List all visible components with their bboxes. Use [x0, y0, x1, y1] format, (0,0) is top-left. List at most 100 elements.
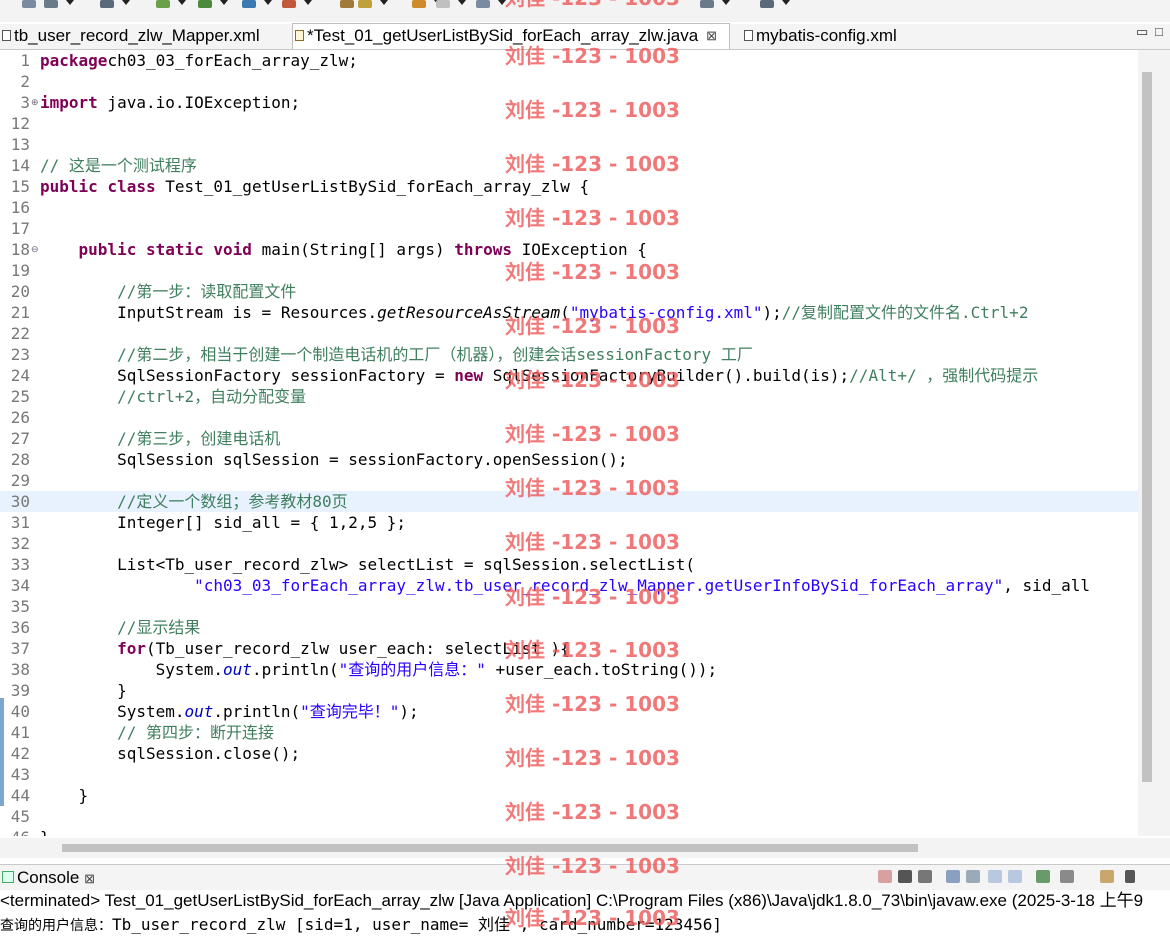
tab-mybatis-config[interactable]: mybatis-config.xml: [742, 24, 932, 48]
code-token: "查询的用户信息：": [338, 660, 486, 679]
dropdown-arrow-icon[interactable]: [380, 0, 388, 5]
code-text: packagech03_03_forEach_array_zlw;: [40, 50, 358, 71]
toolbar-button-icon[interactable]: [44, 0, 58, 8]
code-token: System.: [40, 660, 224, 679]
toolbar-button-icon[interactable]: [358, 0, 372, 8]
code-line[interactable]: 38 System.out.println("查询的用户信息：" +user_e…: [0, 659, 1138, 680]
remove-all-icon[interactable]: [918, 870, 932, 883]
watermark-text: 刘佳 -123 - 1003: [505, 530, 680, 554]
close-tab-icon[interactable]: ⊠: [706, 24, 717, 48]
scroll-lock-icon[interactable]: [966, 870, 980, 883]
toolbar-button-icon[interactable]: [760, 0, 774, 8]
fold-toggle-icon[interactable]: ⊕: [31, 92, 39, 113]
line-number: 33: [10, 555, 30, 574]
line-number: 17: [10, 219, 30, 238]
line-number: 39: [10, 681, 30, 700]
code-line[interactable]: 15 public class Test_01_getUserListBySid_…: [0, 176, 1138, 197]
code-text: //ctrl+2，自动分配变量: [40, 386, 306, 407]
view-menu-icon[interactable]: [1125, 870, 1135, 883]
line-number: 26: [10, 408, 30, 427]
code-line[interactable]: 36 //显示结果: [0, 617, 1138, 638]
dropdown-arrow-icon[interactable]: [722, 0, 730, 5]
code-token: );: [399, 702, 419, 721]
tab-mapper-xml[interactable]: tb_user_record_zlw_Mapper.xml: [0, 24, 290, 48]
code-token: , sid_all: [1003, 576, 1090, 595]
toolbar-button-icon[interactable]: [198, 0, 212, 8]
toolbar-button-icon[interactable]: [242, 0, 256, 8]
new-console-icon[interactable]: [1100, 870, 1114, 883]
watermark-text: 刘佳 -123 - 1003: [505, 692, 680, 716]
fold-toggle-icon[interactable]: ⊖: [31, 239, 39, 260]
line-number: 38: [10, 660, 30, 679]
code-token: import: [40, 93, 98, 112]
code-text: import java.io.IOException;: [40, 92, 300, 113]
line-number: 18: [10, 240, 30, 259]
code-token: throws: [454, 240, 513, 259]
display-console-icon[interactable]: [1060, 870, 1074, 883]
watermark-text: 刘佳 -123 - 1003: [505, 368, 680, 392]
minimize-button[interactable]: ▭: [1136, 24, 1148, 40]
tab-label: tb_user_record_zlw_Mapper.xml: [14, 26, 260, 45]
toolbar-button-icon[interactable]: [412, 0, 426, 8]
line-number: 28: [10, 450, 30, 469]
toolbar-button-icon[interactable]: [282, 0, 296, 8]
dropdown-arrow-icon[interactable]: [304, 0, 312, 5]
code-line[interactable]: 18 ⊖ public static void main(String[] arg…: [0, 239, 1138, 260]
scroll-thumb[interactable]: [62, 844, 918, 852]
line-number: 44: [10, 786, 30, 805]
code-line[interactable]: 46}: [0, 827, 1138, 836]
toolbar-button-icon[interactable]: [100, 0, 114, 8]
code-line[interactable]: 28 SqlSession sqlSession = sessionFactor…: [0, 449, 1138, 470]
toolbar-button-icon[interactable]: [22, 0, 36, 8]
line-number: 20: [10, 282, 30, 301]
code-text: }: [40, 680, 127, 701]
code-line[interactable]: 41 // 第四步：断开连接: [0, 722, 1138, 743]
dropdown-arrow-icon[interactable]: [66, 0, 74, 5]
line-number: 37: [10, 639, 30, 658]
watermark-text: 刘佳 -123 - 1003: [505, 152, 680, 176]
line-number: 34: [10, 576, 30, 595]
dropdown-arrow-icon[interactable]: [178, 0, 186, 5]
code-token: public: [78, 240, 137, 259]
code-token: //第一步：读取配置文件: [117, 282, 297, 301]
code-line[interactable]: 23 //第二步，相当于创建一个制造电话机的工厂（机器），创建会话session…: [0, 344, 1138, 365]
toolbar-button-icon[interactable]: [156, 0, 170, 8]
code-token: SqlSessionFactory sessionFactory =: [40, 366, 455, 385]
watermark-text: 刘佳 -123 - 1003: [505, 585, 680, 609]
console-tab[interactable]: Console ⊠: [17, 867, 95, 890]
toolbar-button-icon[interactable]: [700, 0, 714, 8]
clear-console-icon[interactable]: [946, 870, 960, 883]
word-wrap-icon[interactable]: [1008, 870, 1022, 883]
scroll-thumb[interactable]: [1142, 72, 1152, 782]
code-token: //Alt+/ ，强制代码提示: [849, 366, 1039, 385]
code-line[interactable]: 33 List<Tb_user_record_zlw> selectList =…: [0, 554, 1138, 575]
terminate-icon[interactable]: [878, 870, 892, 883]
dropdown-arrow-icon[interactable]: [264, 0, 272, 5]
toolbar-button-icon[interactable]: [476, 0, 490, 8]
dropdown-arrow-icon[interactable]: [122, 0, 130, 5]
dropdown-arrow-icon[interactable]: [782, 0, 790, 5]
open-console-icon[interactable]: [1036, 870, 1050, 883]
line-number: 31: [10, 513, 30, 532]
dropdown-arrow-icon[interactable]: [220, 0, 228, 5]
line-number: 25: [10, 387, 30, 406]
toolbar-button-icon[interactable]: [340, 0, 354, 8]
line-number: 24: [10, 366, 30, 385]
pin-console-icon[interactable]: [988, 870, 1002, 883]
code-text: // 第四步：断开连接: [40, 722, 274, 743]
line-number: 2: [20, 72, 30, 91]
maximize-button[interactable]: □: [1155, 24, 1163, 39]
code-line[interactable]: 20 //第一步：读取配置文件: [0, 281, 1138, 302]
code-token: //显示结果: [117, 618, 201, 637]
line-number: 29: [10, 471, 30, 490]
remove-launch-icon[interactable]: [898, 870, 912, 883]
editor-vertical-scrollbar[interactable]: [1138, 50, 1170, 836]
dropdown-arrow-icon[interactable]: [458, 0, 466, 5]
toolbar-button-icon[interactable]: [436, 0, 450, 8]
code-line[interactable]: 2: [0, 71, 1138, 92]
code-text: }: [40, 785, 89, 806]
close-console-icon[interactable]: ⊠: [84, 871, 95, 886]
